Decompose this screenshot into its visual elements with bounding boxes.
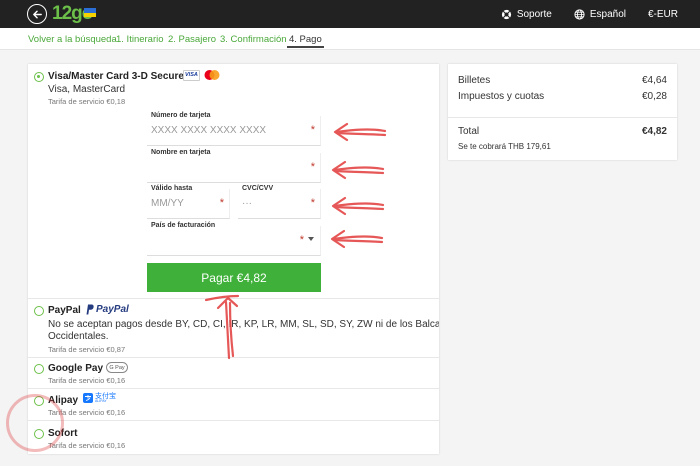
order-summary-panel: Billetes €4,64 Impuestos y cuotas €0,28 To…: [448, 64, 677, 160]
arrow-card-number-annotation: [333, 122, 387, 142]
divider: [448, 117, 677, 118]
arrow-card-name-annotation: [331, 160, 385, 180]
arrow-pay-button-annotation: [204, 294, 240, 360]
arrow-expiry-annotation: [331, 196, 385, 216]
charge-note: Se te cobrará THB 179,61: [458, 142, 551, 151]
summary-row-tickets: Billetes €4,64: [458, 75, 667, 86]
arrow-country-annotation: [330, 229, 384, 249]
watermark-logo: [6, 394, 64, 452]
summary-row-taxes: Impuestos y cuotas €0,28: [458, 91, 667, 102]
summary-total: Total €4,82: [458, 126, 667, 137]
